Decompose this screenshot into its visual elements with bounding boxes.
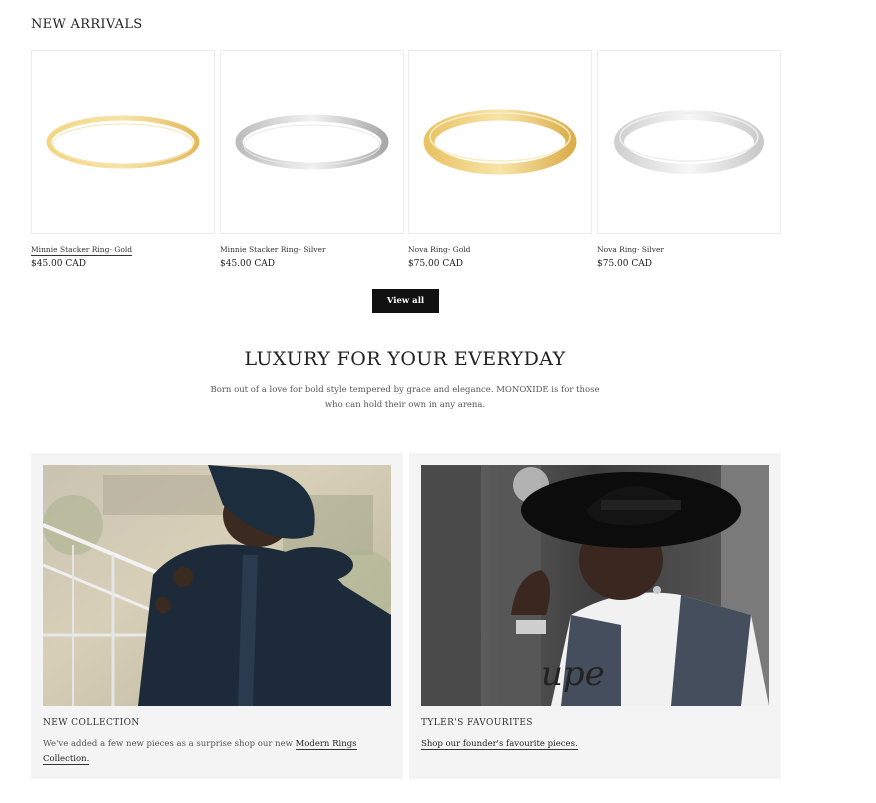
product-price: $75.00 CAD: [597, 259, 652, 269]
favourite-pieces-link[interactable]: Shop our founder's favourite pieces.: [421, 739, 578, 750]
silver-ring-icon: [614, 110, 764, 174]
product-grid: Minnie Stacker Ring- Gold $45.00 CAD Min…: [31, 50, 781, 275]
product-name-link[interactable]: Minnie Stacker Ring- Gold: [31, 245, 133, 256]
gold-ring-icon: [423, 109, 577, 175]
collection-photo[interactable]: [43, 465, 391, 706]
product-image[interactable]: [597, 50, 781, 234]
product-card[interactable]: Nova Ring- Gold $75.00 CAD: [408, 50, 592, 269]
product-price: $75.00 CAD: [408, 259, 463, 269]
collection-label: NEW COLLECTION: [43, 718, 140, 728]
gold-ring-icon: [46, 115, 200, 169]
woman-laughing-photo: upe: [421, 465, 769, 706]
product-image[interactable]: [220, 50, 404, 234]
new-arrivals-title: NEW ARRIVALS: [31, 17, 143, 32]
product-price: $45.00 CAD: [220, 259, 275, 269]
collection-description: Shop our founder's favourite pieces.: [421, 737, 741, 752]
product-image[interactable]: [31, 50, 215, 234]
hero-title: LUXURY FOR YOUR EVERYDAY: [244, 348, 566, 370]
collection-label: TYLER'S FAVOURITES: [421, 718, 533, 728]
collection-text: We've added a few new pieces as a surpri…: [43, 739, 296, 749]
woman-in-hat-photo: [43, 465, 391, 706]
product-card[interactable]: Minnie Stacker Ring- Silver $45.00 CAD: [220, 50, 404, 269]
collection-description: We've added a few new pieces as a surpri…: [43, 737, 363, 767]
svg-text:upe: upe: [541, 654, 605, 694]
view-all-button[interactable]: View all: [372, 289, 439, 313]
product-price: $45.00 CAD: [31, 259, 86, 269]
collection-cards: NEW COLLECTION We've added a few new pie…: [31, 453, 781, 779]
silver-ring-icon: [235, 114, 389, 170]
hero-text: Born out of a love for bold style temper…: [210, 385, 600, 410]
product-image[interactable]: [408, 50, 592, 234]
collection-photo[interactable]: upe: [421, 465, 769, 706]
product-name-link[interactable]: Minnie Stacker Ring- Silver: [220, 245, 326, 254]
product-name-link[interactable]: Nova Ring- Gold: [408, 245, 470, 254]
collection-card-favourites[interactable]: upe TYLER'S FAVOURITES Shop our founder'…: [409, 453, 781, 779]
product-name-link[interactable]: Nova Ring- Silver: [597, 245, 664, 254]
collection-card-new[interactable]: NEW COLLECTION We've added a few new pie…: [31, 453, 403, 779]
product-card[interactable]: Minnie Stacker Ring- Gold $45.00 CAD: [31, 50, 215, 269]
product-card[interactable]: Nova Ring- Silver $75.00 CAD: [597, 50, 781, 269]
